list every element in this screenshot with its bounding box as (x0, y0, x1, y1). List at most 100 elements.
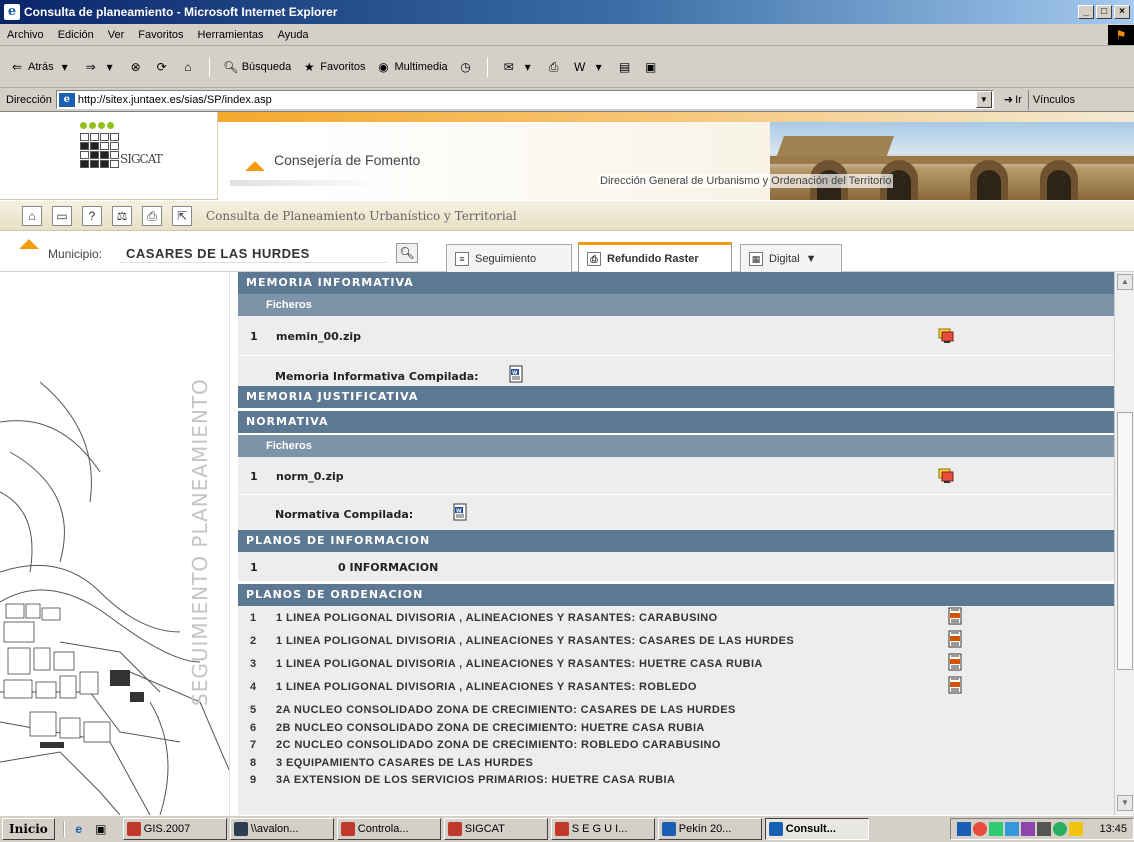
edit-word-button[interactable]: W ▾ (567, 56, 612, 78)
normativa-compilada-label: Normativa Compilada: (275, 508, 414, 521)
download-icon[interactable] (938, 468, 954, 484)
print-button[interactable]: ⎙ (541, 56, 567, 78)
desktop-icon[interactable]: ▣ (93, 821, 109, 837)
tab-seguimiento[interactable]: ≡ Seguimiento (446, 244, 572, 272)
tray-app-icon[interactable] (1021, 822, 1036, 836)
tray-app-icon[interactable] (989, 822, 1004, 836)
plano-row[interactable]: 5 2A NUCLEO CONSOLIDADO ZONA DE CRECIMIEN… (238, 704, 1114, 722)
word-document-icon[interactable]: W (452, 503, 468, 521)
taskbar-button[interactable]: Pekín 20... (657, 818, 762, 840)
links-button[interactable]: Vínculos (1027, 89, 1079, 110)
jpg-file-icon[interactable] (948, 607, 962, 625)
history-button[interactable]: ◷ (453, 56, 479, 78)
help-icon[interactable]: ? (82, 205, 102, 226)
maximize-button[interactable]: □ (1096, 5, 1112, 19)
go-button[interactable]: ➜ Ir (994, 93, 1028, 107)
taskbar-button-label: Controla... (357, 823, 409, 835)
taskbar-button[interactable]: S E G U I... (550, 818, 655, 840)
tab-digital[interactable]: ▦ Digital ▼ (740, 244, 842, 272)
plano-row[interactable]: 2 1 LINEA POLIGONAL DIVISORIA , ALINEACIO… (238, 630, 1114, 653)
address-input[interactable]: e http://sitex.juntaex.es/sias/SP/index.… (55, 90, 994, 109)
taskbar-button[interactable]: Consult... (764, 818, 869, 840)
menu-edicion[interactable]: Edición (51, 29, 101, 41)
stop-button[interactable]: ⊗ (123, 56, 149, 78)
taskbar-button[interactable]: GIS.2007 (122, 818, 227, 840)
plano-row[interactable]: 1 1 LINEA POLIGONAL DIVISORIA , ALINEACIO… (238, 607, 1114, 630)
plano-row[interactable]: 3 1 LINEA POLIGONAL DIVISORIA , ALINEACIO… (238, 653, 1114, 676)
menu-herramientas[interactable]: Herramientas (191, 29, 271, 41)
municipio-search-button[interactable]: 🔍︎ (396, 243, 418, 263)
plano-title[interactable]: 2B NUCLEO CONSOLIDADO ZONA DE CRECIMIENT… (276, 722, 705, 734)
messenger-button[interactable]: ▣ (638, 56, 664, 78)
ie-icon: e (4, 4, 20, 20)
compare-icon[interactable]: ⚖ (112, 205, 132, 226)
tray-network-icon[interactable] (1037, 822, 1052, 836)
home-icon[interactable]: ⌂ (22, 205, 42, 226)
back-button[interactable]: ⇐ Atrás ▾ (4, 56, 78, 78)
search-label: Búsqueda (241, 60, 292, 73)
home-button[interactable]: ⌂ (175, 56, 201, 78)
plano-row[interactable]: 6 2B NUCLEO CONSOLIDADO ZONA DE CRECIMIEN… (238, 722, 1114, 740)
plano-title[interactable]: 1 LINEA POLIGONAL DIVISORIA , ALINEACION… (276, 681, 697, 693)
window-icon[interactable]: ▭ (52, 205, 72, 226)
favorites-button[interactable]: ★ Favoritos (296, 56, 370, 78)
address-dropdown-button[interactable]: ▼ (975, 91, 992, 108)
item-number: 1 (250, 470, 258, 483)
tray-app-icon[interactable] (957, 822, 972, 836)
menu-archivo[interactable]: Archivo (0, 29, 51, 41)
planos-info-item[interactable]: 0 INFORMACION (338, 561, 438, 574)
jpg-file-icon[interactable] (948, 630, 962, 648)
print-icon[interactable]: ⎙ (142, 205, 162, 226)
sigcat-logo: SIGCAT (80, 122, 170, 182)
tray-app-icon[interactable] (1069, 822, 1084, 836)
download-icon[interactable] (938, 328, 954, 344)
tray-app-icon[interactable] (973, 822, 988, 836)
menu-ver[interactable]: Ver (101, 29, 132, 41)
media-button[interactable]: ◉ Multimedia (370, 56, 452, 78)
taskbar-button[interactable]: Controla... (336, 818, 441, 840)
plano-number: 1 (250, 612, 257, 624)
printer-icon: ⎙ (587, 251, 601, 266)
scroll-down-button[interactable]: ▼ (1117, 795, 1133, 811)
plano-title[interactable]: 1 LINEA POLIGONAL DIVISORIA , ALINEACION… (276, 658, 763, 670)
plano-title[interactable]: 1 LINEA POLIGONAL DIVISORIA , ALINEACION… (276, 612, 718, 624)
taskbar-button[interactable]: \\avalon... (229, 818, 334, 840)
close-button[interactable]: × (1114, 5, 1130, 19)
norm-file-link[interactable]: norm_0.zip (276, 470, 344, 483)
vertical-scrollbar[interactable]: ▲ ▼ (1114, 272, 1134, 815)
list-item: 1 norm_0.zip (238, 457, 1114, 495)
taskbar-button-label: SIGCAT (464, 823, 505, 835)
plano-title[interactable]: 2A NUCLEO CONSOLIDADO ZONA DE CRECIMIENT… (276, 704, 736, 716)
menu-favoritos[interactable]: Favoritos (131, 29, 190, 41)
mail-button[interactable]: ✉ ▾ (496, 56, 541, 78)
chevron-down-icon: ▾ (595, 59, 602, 74)
taskbar-button[interactable]: SIGCAT (443, 818, 548, 840)
plano-title[interactable]: 3A EXTENSION DE LOS SERVICIOS PRIMARIOS:… (276, 774, 675, 786)
tray-app-icon[interactable] (1005, 822, 1020, 836)
word-document-icon[interactable]: W (508, 365, 524, 383)
forward-button[interactable]: ⇒ ▾ (78, 56, 123, 78)
memin-file-link[interactable]: memin_00.zip (276, 330, 361, 343)
plano-title[interactable]: 2C NUCLEO CONSOLIDADO ZONA DE CRECIMIENT… (276, 739, 721, 751)
scroll-up-button[interactable]: ▲ (1117, 274, 1133, 290)
plano-row[interactable]: 8 3 EQUIPAMIENTO CASARES DE LAS HURDES (238, 757, 1114, 775)
jpg-file-icon[interactable] (948, 653, 962, 671)
search-button[interactable]: 🔍︎ Búsqueda (218, 56, 297, 78)
menu-ayuda[interactable]: Ayuda (271, 29, 316, 41)
minimize-button[interactable]: _ (1078, 5, 1094, 19)
discuss-button[interactable]: ▤ (612, 56, 638, 78)
exit-icon[interactable]: ⇱ (172, 205, 192, 226)
tray-app-icon[interactable] (1053, 822, 1068, 836)
refresh-button[interactable]: ⟳ (149, 56, 175, 78)
back-arrow-icon: ⇐ (11, 59, 23, 74)
scroll-thumb[interactable] (1117, 412, 1133, 670)
plano-row[interactable]: 4 1 LINEA POLIGONAL DIVISORIA , ALINEACIO… (238, 676, 1114, 699)
plano-row[interactable]: 9 3A EXTENSION DE LOS SERVICIOS PRIMARIOS… (238, 774, 1114, 792)
plano-row[interactable]: 7 2C NUCLEO CONSOLIDADO ZONA DE CRECIMIEN… (238, 739, 1114, 757)
tab-refundido-raster[interactable]: ⎙ Refundido Raster (578, 242, 732, 272)
start-button[interactable]: Inicio (2, 818, 55, 840)
plano-title[interactable]: 1 LINEA POLIGONAL DIVISORIA , ALINEACION… (276, 635, 794, 647)
jpg-file-icon[interactable] (948, 676, 962, 694)
ie-quicklaunch-icon[interactable]: e (71, 821, 87, 837)
plano-title[interactable]: 3 EQUIPAMIENTO CASARES DE LAS HURDES (276, 757, 533, 769)
